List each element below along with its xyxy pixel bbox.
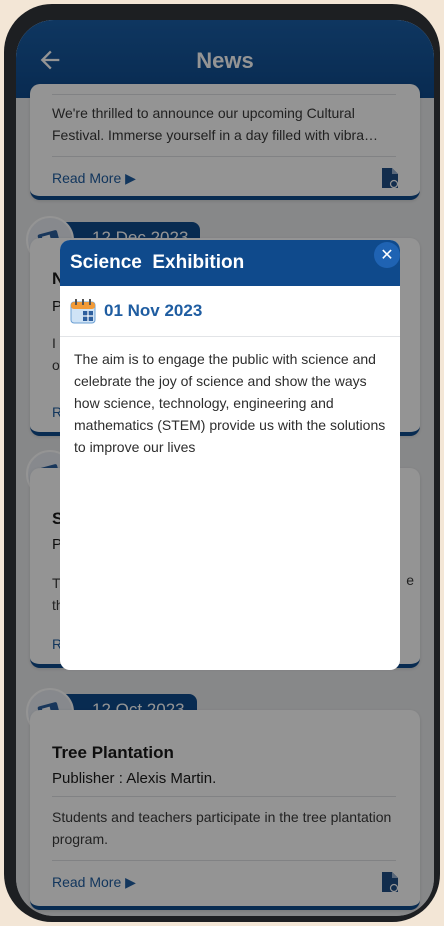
dialog-body-text: The aim is to engage the public with sci… (74, 351, 386, 455)
close-button[interactable]: ✕ (374, 242, 400, 268)
calendar-icon (70, 299, 96, 324)
dialog-header: Science Exhibition (60, 240, 400, 286)
dialog-date: 01 Nov 2023 (104, 301, 203, 320)
dialog-title: Science Exhibition (70, 252, 245, 273)
dialog-divider (60, 336, 400, 337)
dialog-date-row: 01 Nov 2023 (70, 296, 202, 326)
app-screen: News We're thrilled to announce our upco… (16, 20, 434, 916)
news-detail-dialog: Science Exhibition ✕ 01 Nov 2023 The aim (60, 240, 400, 670)
close-icon: ✕ (380, 247, 394, 264)
phone-frame: News We're thrilled to announce our upco… (4, 4, 440, 922)
